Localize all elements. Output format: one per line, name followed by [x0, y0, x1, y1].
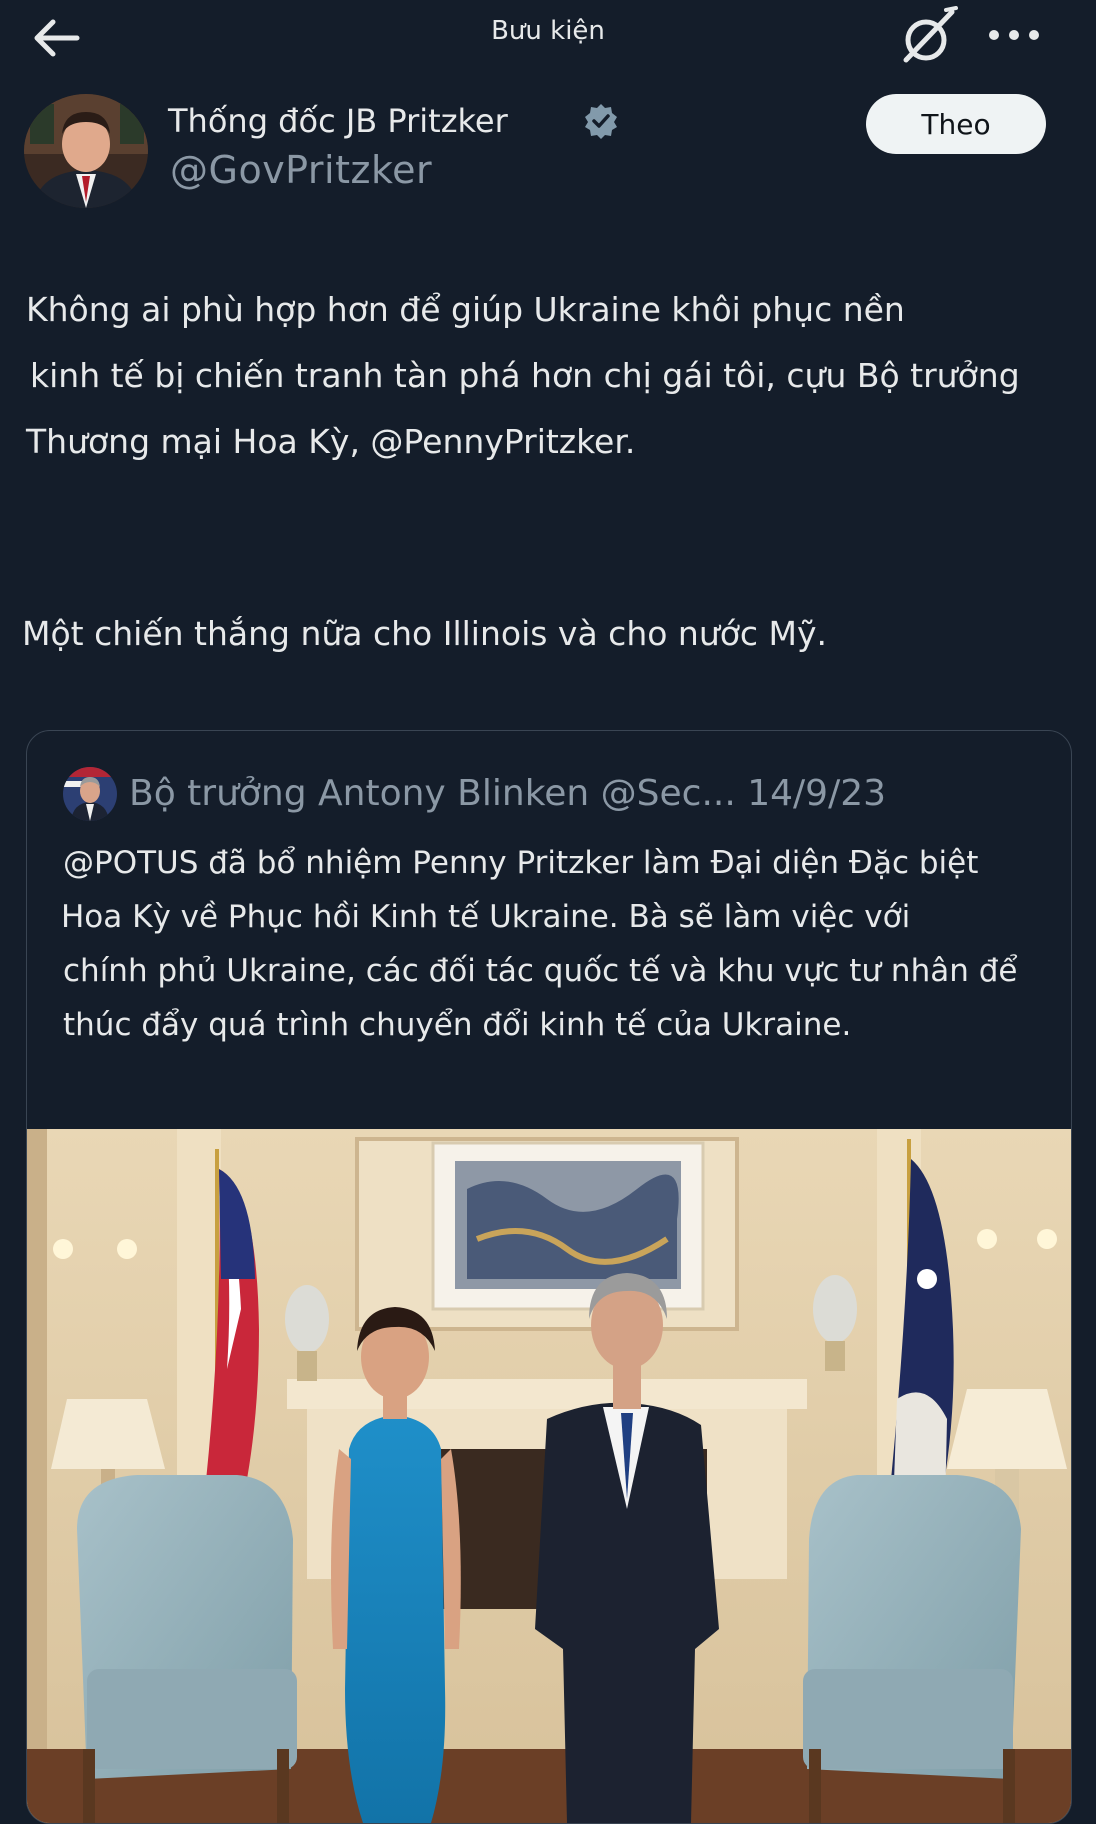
quoted-tweet[interactable]: Bộ trưởng Antony Blinken @Sec... 14/9/23… — [26, 730, 1072, 1824]
quoted-tweet-header: Bộ trưởng Antony Blinken @Sec... 14/9/23 — [129, 773, 887, 814]
more-options-button[interactable] — [986, 10, 1042, 60]
author-display-name[interactable]: Thống đốc JB Pritzker — [168, 102, 508, 140]
more-horizontal-icon — [989, 30, 1039, 40]
verified-badge-icon — [582, 102, 620, 140]
follow-button[interactable]: Theo — [866, 94, 1046, 154]
tweet-text-line: kinh tế bị chiến tranh tàn phá hơn chị g… — [30, 356, 1020, 395]
quoted-text-line: chính phủ Ukraine, các đối tác quốc tế v… — [63, 953, 1018, 989]
quoted-text-line: @POTUS đã bổ nhiệm Penny Pritzker làm Đạ… — [63, 845, 979, 881]
quoted-tweet-photo[interactable] — [27, 1129, 1071, 1823]
tweet-text-line: Thương mại Hoa Kỳ, @PennyPritzker. — [26, 422, 636, 461]
quoted-author-avatar[interactable] — [63, 767, 117, 821]
tweet-text-line: Một chiến thắng nữa cho Illinois và cho … — [22, 614, 828, 653]
author-avatar[interactable] — [24, 94, 148, 208]
quoted-text-line: Hoa Kỳ về Phục hồi Kinh tế Ukraine. Bà s… — [61, 899, 911, 935]
author-handle[interactable]: @GovPritzker — [170, 148, 432, 192]
tweet-text-line: Không ai phù hợp hơn để giúp Ukraine khô… — [26, 290, 905, 329]
quoted-text-line: thúc đẩy quá trình chuyển đổi kinh tế củ… — [63, 1007, 852, 1043]
grok-button[interactable] — [894, 4, 964, 68]
grok-icon — [903, 6, 958, 63]
